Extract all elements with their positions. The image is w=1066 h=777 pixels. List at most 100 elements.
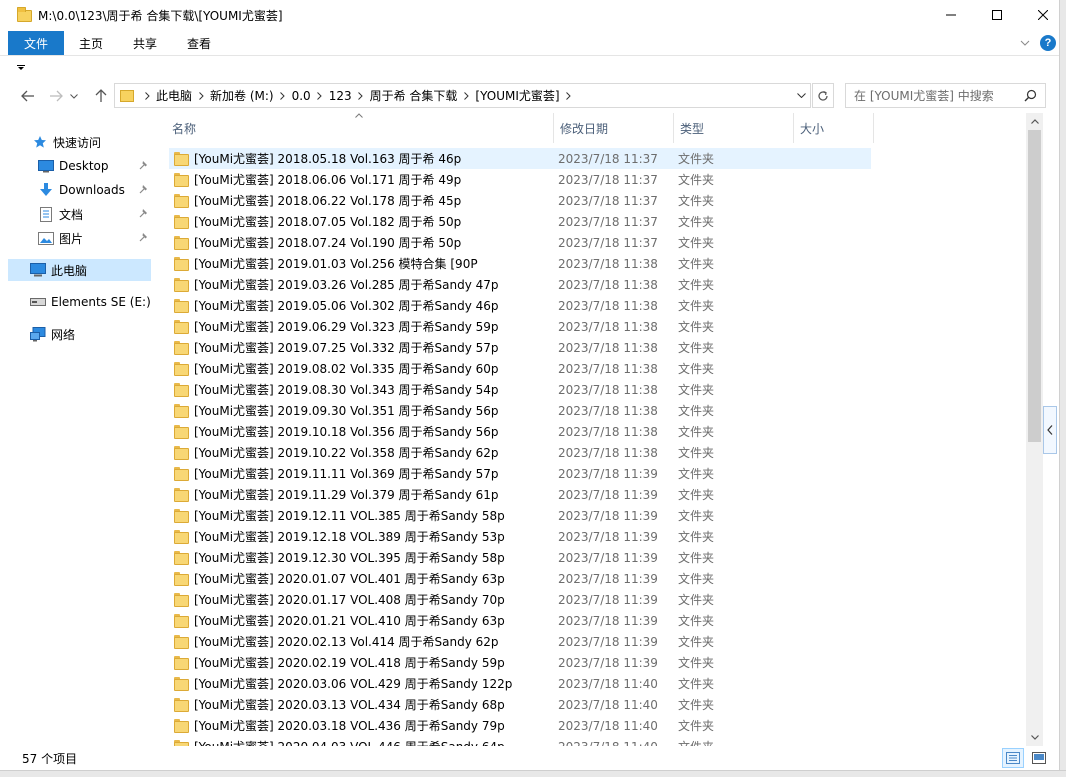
- document-icon: [38, 206, 54, 222]
- scrollbar-thumb[interactable]: [1028, 130, 1041, 442]
- column-header-date[interactable]: 修改日期: [554, 113, 674, 143]
- file-row[interactable]: [YouMi尤蜜荟] 2019.05.06 Vol.302 周于希Sandy 4…: [169, 295, 1029, 316]
- file-row[interactable]: [YouMi尤蜜荟] 2019.01.03 Vol.256 模特合集 [90P 2…: [169, 253, 1029, 274]
- chevron-right-icon[interactable]: [192, 84, 210, 108]
- chevron-right-icon[interactable]: [274, 84, 292, 108]
- recent-locations-button[interactable]: [66, 84, 82, 108]
- file-row[interactable]: [YouMi尤蜜荟] 2019.09.30 Vol.351 周于希Sandy 5…: [169, 400, 1029, 421]
- sidebar-item-network[interactable]: 网络: [8, 323, 151, 345]
- file-row[interactable]: [YouMi尤蜜荟] 2020.03.06 VOL.429 周于希Sandy 1…: [169, 673, 1029, 694]
- file-row[interactable]: [YouMi尤蜜荟] 2019.06.29 Vol.323 周于希Sandy 5…: [169, 316, 1029, 337]
- file-row[interactable]: [YouMi尤蜜荟] 2019.10.18 Vol.356 周于希Sandy 5…: [169, 421, 1029, 442]
- refresh-button[interactable]: [812, 83, 834, 108]
- minimize-button[interactable]: [928, 0, 974, 30]
- search-input[interactable]: [854, 88, 1024, 103]
- file-row[interactable]: [YouMi尤蜜荟] 2020.01.17 VOL.408 周于希Sandy 7…: [169, 589, 1029, 610]
- folder-icon: [174, 382, 190, 397]
- large-icons-view-button[interactable]: [1028, 748, 1050, 768]
- file-row[interactable]: [YouMi尤蜜荟] 2020.02.13 Vol.414 周于希Sandy 6…: [169, 631, 1029, 652]
- maximize-button[interactable]: [974, 0, 1020, 30]
- file-row[interactable]: [YouMi尤蜜荟] 2020.01.21 VOL.410 周于希Sandy 6…: [169, 610, 1029, 631]
- chevron-right-icon[interactable]: [352, 84, 370, 108]
- scroll-down-button[interactable]: [1026, 729, 1043, 746]
- file-row[interactable]: [YouMi尤蜜荟] 2020.01.07 VOL.401 周于希Sandy 6…: [169, 568, 1029, 589]
- file-type: 文件夹: [678, 614, 715, 628]
- file-type: 文件夹: [678, 404, 715, 418]
- file-row[interactable]: [YouMi尤蜜荟] 2019.12.11 VOL.385 周于希Sandy 5…: [169, 505, 1029, 526]
- sidebar-item-external-drive[interactable]: Elements SE (E:): [8, 291, 151, 313]
- file-row[interactable]: [YouMi尤蜜荟] 2019.10.22 Vol.358 周于希Sandy 6…: [169, 442, 1029, 463]
- tab-home[interactable]: 主页: [64, 31, 118, 55]
- file-date: 2023/7/18 11:39: [558, 529, 658, 544]
- file-row[interactable]: [YouMi尤蜜荟] 2018.07.24 Vol.190 周于希 50p 202…: [169, 232, 1029, 253]
- tab-view[interactable]: 查看: [172, 31, 226, 55]
- tab-file[interactable]: 文件: [8, 31, 64, 55]
- file-name: [YouMi尤蜜荟] 2020.01.07 VOL.401 周于希Sandy 6…: [194, 572, 505, 586]
- file-name: [YouMi尤蜜荟] 2019.12.18 VOL.389 周于希Sandy 5…: [194, 530, 505, 544]
- chevron-right-icon[interactable]: [138, 84, 156, 108]
- file-name: [YouMi尤蜜荟] 2019.01.03 Vol.256 模特合集 [90P: [194, 257, 478, 271]
- expand-ribbon-icon[interactable]: [1020, 40, 1030, 46]
- file-name: [YouMi尤蜜荟] 2018.06.06 Vol.171 周于希 49p: [194, 173, 462, 187]
- column-header-type[interactable]: 类型: [674, 113, 794, 143]
- file-name: [YouMi尤蜜荟] 2019.03.26 Vol.285 周于希Sandy 4…: [194, 278, 499, 292]
- address-history-button[interactable]: [792, 84, 810, 107]
- drive-icon: [30, 294, 46, 310]
- search-icon[interactable]: [1024, 89, 1037, 102]
- file-row[interactable]: [YouMi尤蜜荟] 2019.08.30 Vol.343 周于希Sandy 5…: [169, 379, 1029, 400]
- breadcrumb-folder-00[interactable]: 0.0: [292, 89, 311, 103]
- file-row[interactable]: [YouMi尤蜜荟] 2018.06.22 Vol.178 周于希 45p 202…: [169, 190, 1029, 211]
- pin-icon[interactable]: [139, 184, 149, 195]
- search-box[interactable]: [845, 83, 1046, 108]
- navigation-pane: 快速访问 Desktop Downloads 文档 图片 此电脑 Element…: [0, 118, 155, 746]
- breadcrumb-collection[interactable]: 周于希 合集下载: [370, 87, 458, 104]
- file-row[interactable]: [YouMi尤蜜荟] 2019.12.18 VOL.389 周于希Sandy 5…: [169, 526, 1029, 547]
- sidebar-item-desktop[interactable]: Desktop: [8, 155, 151, 177]
- up-button[interactable]: [89, 84, 113, 108]
- sidebar-item-pictures[interactable]: 图片: [8, 227, 151, 249]
- file-row[interactable]: [YouMi尤蜜荟] 2019.12.30 VOL.395 周于希Sandy 5…: [169, 547, 1029, 568]
- scroll-up-button[interactable]: [1026, 113, 1043, 130]
- preview-pane-toggle[interactable]: [1043, 406, 1057, 454]
- back-button[interactable]: [16, 84, 40, 108]
- file-row[interactable]: [YouMi尤蜜荟] 2018.05.18 Vol.163 周于希 46p 202…: [169, 148, 871, 169]
- breadcrumb-current[interactable]: [YOUMI尤蜜荟]: [475, 87, 559, 104]
- file-row[interactable]: [YouMi尤蜜荟] 2019.07.25 Vol.332 周于希Sandy 5…: [169, 337, 1029, 358]
- breadcrumb-folder-123[interactable]: 123: [329, 89, 352, 103]
- file-row[interactable]: [YouMi尤蜜荟] 2019.11.11 Vol.369 周于希Sandy 5…: [169, 463, 1029, 484]
- pin-icon[interactable]: [139, 232, 149, 243]
- help-icon[interactable]: ?: [1040, 35, 1056, 51]
- file-row[interactable]: [YouMi尤蜜荟] 2018.07.05 Vol.182 周于希 50p 202…: [169, 211, 1029, 232]
- column-header-name[interactable]: 名称: [155, 113, 554, 143]
- file-row[interactable]: [YouMi尤蜜荟] 2020.03.13 VOL.434 周于希Sandy 6…: [169, 694, 1029, 715]
- sidebar-item-downloads[interactable]: Downloads: [8, 179, 151, 201]
- column-header-size[interactable]: 大小: [794, 113, 874, 143]
- sidebar-item-this-pc[interactable]: 此电脑: [8, 259, 151, 281]
- chevron-right-icon[interactable]: [311, 84, 329, 108]
- breadcrumb-drive[interactable]: 新加卷 (M:): [210, 87, 274, 104]
- pin-icon[interactable]: [139, 160, 149, 171]
- file-row[interactable]: [YouMi尤蜜荟] 2019.03.26 Vol.285 周于希Sandy 4…: [169, 274, 1029, 295]
- chevron-right-icon[interactable]: [560, 84, 578, 108]
- file-row[interactable]: [YouMi尤蜜荟] 2018.06.06 Vol.171 周于希 49p 202…: [169, 169, 1029, 190]
- vertical-scrollbar[interactable]: [1026, 113, 1043, 746]
- details-view-button[interactable]: [1002, 748, 1024, 768]
- chevron-right-icon[interactable]: [457, 84, 475, 108]
- file-row[interactable]: [YouMi尤蜜荟] 2020.04.03 VOL.446 周于希Sandy 6…: [169, 736, 1029, 746]
- customize-toolbar-icon[interactable]: [17, 65, 25, 71]
- forward-button[interactable]: [44, 84, 68, 108]
- file-type: 文件夹: [678, 215, 715, 229]
- sidebar-item-quick-access[interactable]: 快速访问: [8, 131, 151, 153]
- file-name: [YouMi尤蜜荟] 2019.07.25 Vol.332 周于希Sandy 5…: [194, 341, 499, 355]
- sidebar-item-documents[interactable]: 文档: [8, 203, 151, 225]
- file-row[interactable]: [YouMi尤蜜荟] 2019.08.02 Vol.335 周于希Sandy 6…: [169, 358, 1029, 379]
- tab-share[interactable]: 共享: [118, 31, 172, 55]
- pin-icon[interactable]: [139, 208, 149, 219]
- address-bar[interactable]: 此电脑 新加卷 (M:) 0.0 123 周于希 合集下载 [YOUMI尤蜜荟]: [114, 83, 811, 108]
- file-row[interactable]: [YouMi尤蜜荟] 2020.03.18 VOL.436 周于希Sandy 7…: [169, 715, 1029, 736]
- file-date: 2023/7/18 11:39: [558, 550, 658, 565]
- breadcrumb-this-pc[interactable]: 此电脑: [156, 87, 192, 104]
- file-name: [YouMi尤蜜荟] 2018.06.22 Vol.178 周于希 45p: [194, 194, 462, 208]
- file-row[interactable]: [YouMi尤蜜荟] 2020.02.19 VOL.418 周于希Sandy 5…: [169, 652, 1029, 673]
- file-row[interactable]: [YouMi尤蜜荟] 2019.11.29 Vol.379 周于希Sandy 6…: [169, 484, 1029, 505]
